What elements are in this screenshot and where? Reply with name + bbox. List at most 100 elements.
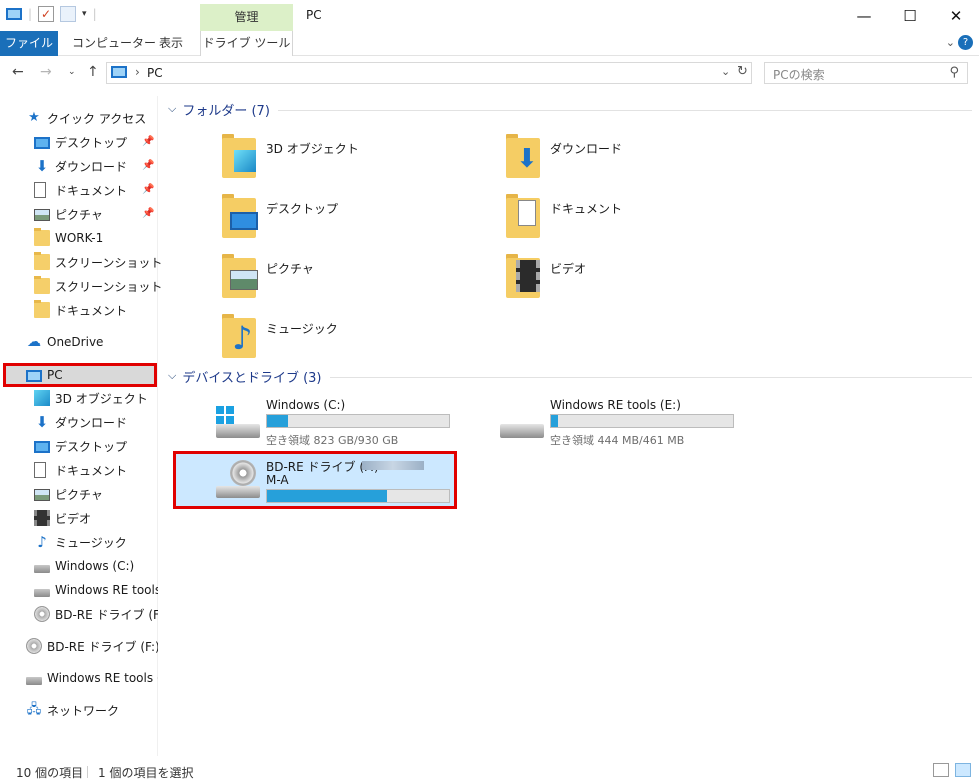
3d-objects-icon bbox=[220, 132, 258, 178]
group-title: デバイスとドライブ (3) bbox=[182, 370, 322, 386]
sidebar-item-downloads[interactable]: ⬇ ダウンロード bbox=[34, 155, 127, 177]
address-dropdown-icon[interactable]: ⌄ bbox=[721, 65, 730, 78]
picture-icon bbox=[220, 252, 258, 298]
group-header-folders[interactable]: ⌵ フォルダー (7) bbox=[168, 99, 972, 119]
forward-arrow-icon[interactable]: → bbox=[40, 64, 52, 80]
drive-tile-re-tools[interactable]: Windows RE tools (E:) 空き領域 444 MB/461 MB bbox=[500, 396, 790, 452]
search-box[interactable]: PCの検索 ⚲ bbox=[764, 62, 968, 84]
sidebar-item-quick-access[interactable]: ★ クイック アクセス bbox=[26, 107, 146, 129]
drive-icon bbox=[34, 565, 50, 573]
folder-tile-desktop[interactable]: デスクトップ bbox=[220, 192, 490, 248]
title-bar: | ✓ ▾ | 管理 PC — ☐ ✕ bbox=[0, 0, 979, 31]
properties-icon[interactable]: ✓ bbox=[38, 6, 55, 22]
music-icon: ♪ bbox=[37, 533, 47, 551]
disc-drive-icon bbox=[34, 606, 50, 622]
folder-label: ミュージック bbox=[266, 322, 338, 336]
breadcrumb-pc[interactable]: PC bbox=[147, 66, 163, 80]
pc-icon[interactable] bbox=[6, 8, 22, 20]
desktop-icon bbox=[220, 192, 258, 238]
chevron-down-icon[interactable]: ⌵ bbox=[168, 369, 176, 383]
document-icon bbox=[34, 182, 46, 198]
sidebar-item-label: BD-RE ドライブ (F:) Deb bbox=[47, 639, 158, 654]
sidebar-item-documents[interactable]: ドキュメント bbox=[34, 179, 127, 201]
close-button[interactable]: ✕ bbox=[933, 0, 979, 31]
address-bar[interactable]: › PC ⌄ ↻ bbox=[106, 62, 752, 84]
sidebar-item-onedrive[interactable]: ☁ OneDrive bbox=[26, 331, 103, 353]
breadcrumb-separator-icon[interactable]: › bbox=[135, 65, 140, 79]
sidebar-item-desktop[interactable]: デスクトップ bbox=[34, 131, 127, 153]
recent-locations-icon[interactable]: ⌄ bbox=[68, 67, 76, 77]
sidebar-item-screenshots[interactable]: スクリーンショット bbox=[34, 251, 162, 273]
group-header-devices[interactable]: ⌵ デバイスとドライブ (3) bbox=[168, 366, 972, 386]
chevron-down-icon[interactable]: ⌵ bbox=[168, 102, 176, 116]
video-icon bbox=[34, 510, 50, 526]
folder-label: デスクトップ bbox=[266, 202, 339, 216]
sidebar-item-pictures[interactable]: ピクチャ bbox=[34, 203, 103, 225]
help-icon[interactable]: ? bbox=[958, 35, 973, 50]
tab-view[interactable]: 表示 bbox=[149, 31, 193, 56]
sidebar-item-documents-folder[interactable]: ドキュメント bbox=[34, 299, 127, 321]
sidebar-item-downloads[interactable]: ⬇ ダウンロード bbox=[34, 411, 158, 433]
drive-name: Windows RE tools (E:) bbox=[550, 398, 681, 412]
sidebar-item-label: ドキュメント bbox=[55, 183, 128, 198]
details-view-icon[interactable] bbox=[933, 763, 949, 777]
divider bbox=[277, 109, 972, 111]
up-arrow-icon[interactable]: ↑ bbox=[87, 64, 99, 80]
maximize-button[interactable]: ☐ bbox=[887, 0, 933, 31]
search-placeholder: PCの検索 bbox=[773, 68, 825, 82]
tab-file[interactable]: ファイル bbox=[0, 31, 58, 56]
sidebar-item-label: ダウンロード bbox=[55, 159, 128, 174]
folder-tile-videos[interactable]: ビデオ bbox=[504, 252, 774, 308]
sidebar-item-pc[interactable]: PC bbox=[26, 364, 63, 386]
minimize-button[interactable]: — bbox=[841, 0, 887, 31]
sidebar-item-label: ネットワーク bbox=[47, 703, 120, 718]
drive-tile-windows-c[interactable]: Windows (C:) 空き領域 823 GB/930 GB bbox=[216, 396, 506, 452]
sidebar-item-work1[interactable]: WORK-1 bbox=[34, 227, 103, 249]
sidebar-item-desktop[interactable]: デスクトップ bbox=[34, 435, 158, 457]
sidebar-item-re-tools-root[interactable]: Windows RE tools (E: bbox=[26, 667, 158, 689]
sidebar-item-label: ミュージック bbox=[55, 535, 127, 550]
sidebar-item-music[interactable]: ♪ ミュージック bbox=[34, 531, 158, 553]
back-arrow-icon[interactable]: ← bbox=[12, 64, 24, 80]
chevron-down-icon[interactable]: ⌄ bbox=[946, 36, 955, 49]
folder-tile-3d-objects[interactable]: 3D オブジェクト bbox=[220, 132, 490, 188]
picture-icon bbox=[34, 489, 50, 501]
disc-drive-icon bbox=[26, 638, 42, 654]
pin-icon: 📌 bbox=[142, 184, 155, 195]
manage-context-tab[interactable]: 管理 bbox=[200, 4, 293, 31]
sidebar-item-label: BD-RE ドライブ (F:) De bbox=[55, 607, 158, 622]
folder-icon bbox=[34, 252, 50, 270]
sidebar-item-label: Windows RE tools (E: bbox=[47, 671, 158, 685]
sidebar-item-network[interactable]: 🖧 ネットワーク bbox=[26, 699, 158, 721]
search-icon[interactable]: ⚲ bbox=[949, 65, 959, 80]
folder-icon bbox=[34, 276, 50, 294]
sidebar-item-bd-re-root[interactable]: BD-RE ドライブ (F:) Deb bbox=[26, 635, 158, 657]
folder-tile-pictures[interactable]: ピクチャ bbox=[220, 252, 490, 308]
tab-drive-tools[interactable]: ドライブ ツール bbox=[200, 31, 293, 56]
folder-tile-music[interactable]: ♪ ミュージック bbox=[220, 312, 490, 368]
sidebar-item-3d-objects[interactable]: 3D オブジェクト bbox=[34, 387, 158, 409]
sidebar-item-bd-re[interactable]: BD-RE ドライブ (F:) De bbox=[34, 603, 158, 625]
sidebar-item-documents[interactable]: ドキュメント bbox=[34, 459, 158, 481]
sidebar-item-label: Windows (C:) bbox=[55, 559, 135, 573]
sidebar-item-windows-c[interactable]: Windows (C:) bbox=[34, 555, 158, 577]
large-icons-view-icon[interactable] bbox=[955, 763, 971, 777]
sidebar-item-screenshots-2[interactable]: スクリーンショット bbox=[34, 275, 162, 297]
folder-tile-documents[interactable]: ドキュメント bbox=[504, 192, 774, 248]
redacted-label bbox=[362, 461, 424, 470]
sidebar-item-videos[interactable]: ビデオ bbox=[34, 507, 158, 529]
refresh-icon[interactable]: ↻ bbox=[737, 64, 748, 79]
item-count: 10 個の項目 bbox=[16, 766, 84, 780]
sidebar-item-label: ピクチャ bbox=[55, 487, 103, 502]
folder-label: ピクチャ bbox=[266, 262, 314, 276]
divider bbox=[329, 376, 972, 378]
sidebar-item-pictures[interactable]: ピクチャ bbox=[34, 483, 158, 505]
folder-tile-downloads[interactable]: ⬇ ダウンロード bbox=[504, 132, 774, 188]
sidebar-item-re-tools[interactable]: Windows RE tools (E:) bbox=[34, 579, 158, 601]
sidebar-item-label: スクリーンショット bbox=[55, 279, 163, 294]
sidebar-item-label: スクリーンショット bbox=[55, 255, 163, 270]
sidebar-item-label: PC bbox=[47, 368, 63, 382]
customize-qat-icon[interactable]: ▾ bbox=[82, 9, 87, 19]
new-folder-icon[interactable] bbox=[60, 6, 77, 22]
drive-tile-bd-re[interactable]: BD-RE ドライブ (F:) M-A bbox=[216, 456, 506, 512]
